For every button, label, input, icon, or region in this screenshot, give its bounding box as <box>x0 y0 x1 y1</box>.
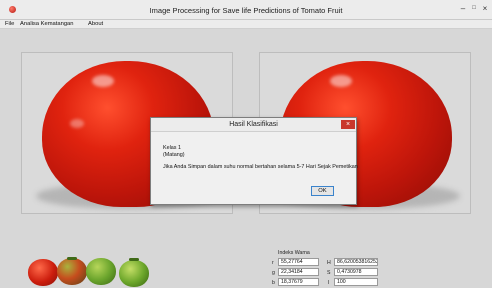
i-label: I <box>328 280 330 286</box>
maximize-button[interactable]: □ <box>469 4 479 13</box>
dialog-title-bar: Hasil Klasifikasi × <box>151 118 356 132</box>
close-button[interactable]: × <box>480 4 490 13</box>
menu-about[interactable]: About <box>88 21 103 27</box>
close-icon[interactable]: × <box>341 120 355 129</box>
b-label: b <box>272 280 275 286</box>
tomato-thumbnail <box>119 260 149 287</box>
r-value-field[interactable]: 55,27764 <box>278 258 319 266</box>
menu-analisa-kematangan[interactable]: Analisa Kematangan <box>20 21 74 27</box>
dialog-message-text: Jika Anda Simpan dalam suhu normal berta… <box>163 164 358 170</box>
ok-button[interactable]: OK <box>311 186 334 196</box>
color-index-label: Indeks Warna <box>278 250 310 256</box>
tomato-highlight <box>70 119 84 128</box>
dialog-title: Hasil Klasifikasi <box>229 121 278 128</box>
r-label: r <box>272 260 274 266</box>
tomato-thumbnail <box>86 258 116 285</box>
tomato-highlight <box>92 75 114 87</box>
tomato-stem <box>129 258 139 261</box>
h-label: H <box>327 260 331 266</box>
g-value-field[interactable]: 22,34184 <box>278 268 319 276</box>
s-label: S <box>327 270 331 276</box>
tomato-stem <box>67 257 77 260</box>
dialog-ripeness-text: (Matang) <box>163 152 185 158</box>
minimize-button[interactable]: – <box>458 4 468 13</box>
title-bar: Image Processing for Save life Predictio… <box>0 0 492 20</box>
tomato-thumbnails <box>27 256 157 288</box>
i-value-field[interactable]: 100 <box>334 278 378 286</box>
h-value-field[interactable]: 86,62005381625216 <box>334 258 378 266</box>
s-value-field[interactable]: 0,4730978 <box>334 268 378 276</box>
b-value-field[interactable]: 18,37679 <box>278 278 319 286</box>
window-title: Image Processing for Save life Predictio… <box>149 6 343 15</box>
g-label: g <box>272 270 275 276</box>
tomato-thumbnail <box>57 258 87 285</box>
tomato-highlight <box>330 75 352 87</box>
dialog-class-text: Kelas 1 <box>163 145 181 151</box>
menu-bar: File Analisa Kematangan About <box>0 20 492 29</box>
tomato-thumbnail <box>28 259 58 286</box>
menu-file[interactable]: File <box>5 21 14 27</box>
